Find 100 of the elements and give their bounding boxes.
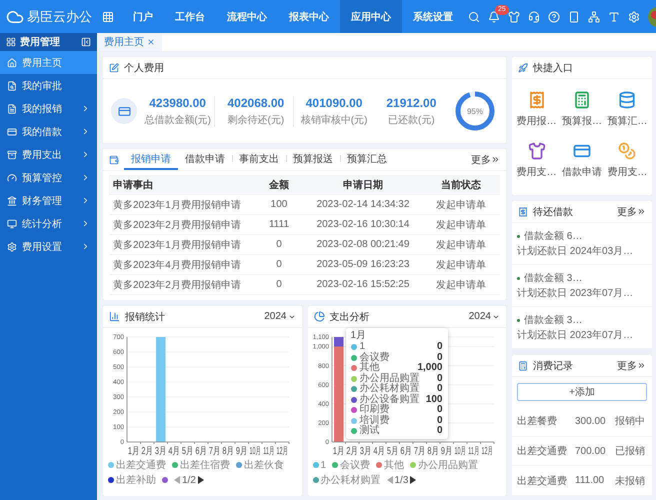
sidebar-item[interactable]: 统计分析 bbox=[0, 212, 97, 235]
phone-icon[interactable] bbox=[568, 10, 580, 22]
sidebar-item[interactable]: 我的借款 bbox=[0, 120, 97, 143]
logo-text: 易臣云办公 bbox=[27, 8, 92, 26]
tooltip-label: 办公用品购置 bbox=[360, 374, 420, 384]
column-header: 当前状态 bbox=[440, 178, 482, 192]
previous-page-icon[interactable] bbox=[174, 476, 180, 484]
table-cell-text: 黄多2023年1月费用报销申请 bbox=[112, 238, 242, 252]
table-cell-text: 100 bbox=[270, 199, 288, 210]
nav-item[interactable]: 报表中心 bbox=[278, 0, 340, 33]
shortcut[interactable]: 费用支… bbox=[604, 142, 650, 179]
shortcut[interactable]: 费用报… bbox=[514, 91, 560, 128]
sidebar-item[interactable]: 费用支出 bbox=[0, 143, 97, 166]
card-title: 消费记录 bbox=[533, 360, 574, 372]
axis-label: 11月 bbox=[468, 445, 479, 456]
pie-chart-icon bbox=[314, 311, 324, 322]
double-chevron-icon bbox=[637, 207, 646, 216]
search-icon[interactable] bbox=[468, 10, 480, 22]
axis-label: 2月 bbox=[346, 444, 358, 456]
more-link[interactable]: 更多 bbox=[617, 358, 646, 372]
year-select[interactable]: 2024 bbox=[264, 311, 296, 322]
tab[interactable]: 报销申请 bbox=[124, 149, 178, 170]
archive-icon bbox=[7, 150, 17, 160]
record-item: 出差餐费 bbox=[517, 414, 558, 428]
text-icon[interactable] bbox=[608, 10, 620, 22]
column-header: 申请日期 bbox=[342, 178, 384, 192]
record-status: 未报销 bbox=[615, 474, 646, 488]
headset-icon[interactable] bbox=[528, 10, 540, 22]
legend-label: 办公耗材购置 bbox=[320, 474, 380, 487]
tooltip-title: 1月 bbox=[350, 330, 368, 342]
shortcut[interactable]: 预算汇… bbox=[604, 91, 650, 128]
tab[interactable]: 借款申请 bbox=[178, 149, 232, 170]
table-cell-text: 2023-05-09 16:23:23 bbox=[316, 259, 410, 270]
card-title: 待还借款 bbox=[533, 206, 574, 218]
axis-label: 1月 bbox=[332, 444, 344, 456]
stat-label: 剩余待还(元) bbox=[228, 114, 284, 126]
axis-label: 8月 bbox=[222, 444, 234, 456]
tooltip-value: 0 bbox=[436, 426, 442, 436]
axis-label: 5月 bbox=[182, 444, 194, 456]
shortcut[interactable]: 预算报… bbox=[559, 91, 605, 128]
tooltip-value: 1,000 bbox=[417, 363, 442, 373]
column-header: 金额 bbox=[268, 178, 290, 192]
org-chart-icon[interactable] bbox=[588, 10, 600, 22]
table-cell-text: 黄多2023年2月费用报销申请 bbox=[112, 278, 242, 292]
collapse-icon[interactable] bbox=[81, 37, 91, 47]
sidebar-item[interactable]: 费用主页 bbox=[0, 51, 97, 74]
tooltip-label: 办公耗材购置 bbox=[360, 384, 420, 394]
close-icon[interactable] bbox=[147, 38, 155, 46]
sidebar-item[interactable]: 费用设置 bbox=[0, 235, 97, 258]
record-amount: 300.00 bbox=[575, 416, 607, 427]
tooltip-label: 会议费 bbox=[360, 352, 390, 362]
legend-label: 出差交通费 bbox=[116, 458, 166, 472]
page-tab[interactable]: 费用主页 bbox=[97, 33, 162, 51]
sidebar-item[interactable]: 预算管控 bbox=[0, 166, 97, 189]
axis-label: 12月 bbox=[276, 445, 288, 456]
axis-label: 2月 bbox=[141, 444, 154, 456]
axis-label: 10月 bbox=[454, 445, 466, 456]
sidebar-item[interactable]: 我的审批 bbox=[0, 74, 97, 97]
sidebar-item[interactable]: 我的报销 bbox=[0, 97, 97, 120]
axis-label: 7月 bbox=[208, 444, 221, 456]
tab[interactable]: 预算汇总 bbox=[340, 149, 394, 170]
help-icon[interactable] bbox=[548, 10, 560, 22]
table-cell-text: 发起申请单 bbox=[435, 238, 487, 252]
sidebar-item[interactable]: 财务管理 bbox=[0, 189, 97, 212]
table-cell-text: 发起申请单 bbox=[435, 258, 487, 272]
nav-item[interactable]: 工作台 bbox=[164, 0, 216, 33]
axis-label: 4月 bbox=[168, 444, 180, 456]
bullet-icon bbox=[517, 276, 520, 280]
previous-page-icon[interactable] bbox=[386, 476, 392, 484]
add-button[interactable]: +添加 bbox=[517, 383, 647, 401]
tab[interactable]: 预算报送 bbox=[286, 149, 340, 170]
tooltip-value: 0 bbox=[436, 374, 442, 384]
year-select[interactable]: 2024 bbox=[468, 311, 500, 322]
record-status: 已报销 bbox=[615, 444, 646, 458]
legend-label: 其他 bbox=[384, 458, 404, 472]
nav-item[interactable]: 系统设置 bbox=[402, 0, 464, 33]
more-link[interactable]: 更多 bbox=[471, 149, 500, 170]
nav-item[interactable]: 应用中心 bbox=[340, 0, 402, 33]
double-chevron-icon bbox=[637, 361, 646, 370]
card-icon bbox=[7, 126, 17, 136]
shirt-icon[interactable] bbox=[508, 10, 520, 22]
legend-label: 出差伙食 bbox=[244, 458, 284, 472]
next-page-icon[interactable] bbox=[198, 476, 204, 484]
percent-label: 95% bbox=[467, 107, 483, 116]
record-status: 报销中 bbox=[615, 414, 646, 428]
tab[interactable]: 事前支出 bbox=[232, 149, 286, 170]
shortcut[interactable]: 借款申请 bbox=[559, 142, 605, 179]
bell-icon[interactable] bbox=[488, 10, 500, 22]
shortcut[interactable]: 费用支… bbox=[514, 142, 560, 179]
table-cell-text: 1111 bbox=[268, 219, 290, 230]
settings-icon[interactable] bbox=[628, 10, 640, 22]
next-page-icon[interactable] bbox=[410, 476, 416, 484]
card-title: 个人费用 bbox=[124, 62, 165, 74]
more-link[interactable]: 更多 bbox=[617, 204, 646, 218]
tooltip-value: 0 bbox=[436, 384, 442, 394]
due-date: 计划还款日 2023年07月… bbox=[517, 328, 634, 342]
table-cell-text: 0 bbox=[275, 279, 283, 290]
nav-item[interactable]: 门户 bbox=[122, 0, 164, 33]
apps-grid-icon[interactable] bbox=[102, 10, 114, 22]
nav-item[interactable]: 流程中心 bbox=[216, 0, 278, 33]
